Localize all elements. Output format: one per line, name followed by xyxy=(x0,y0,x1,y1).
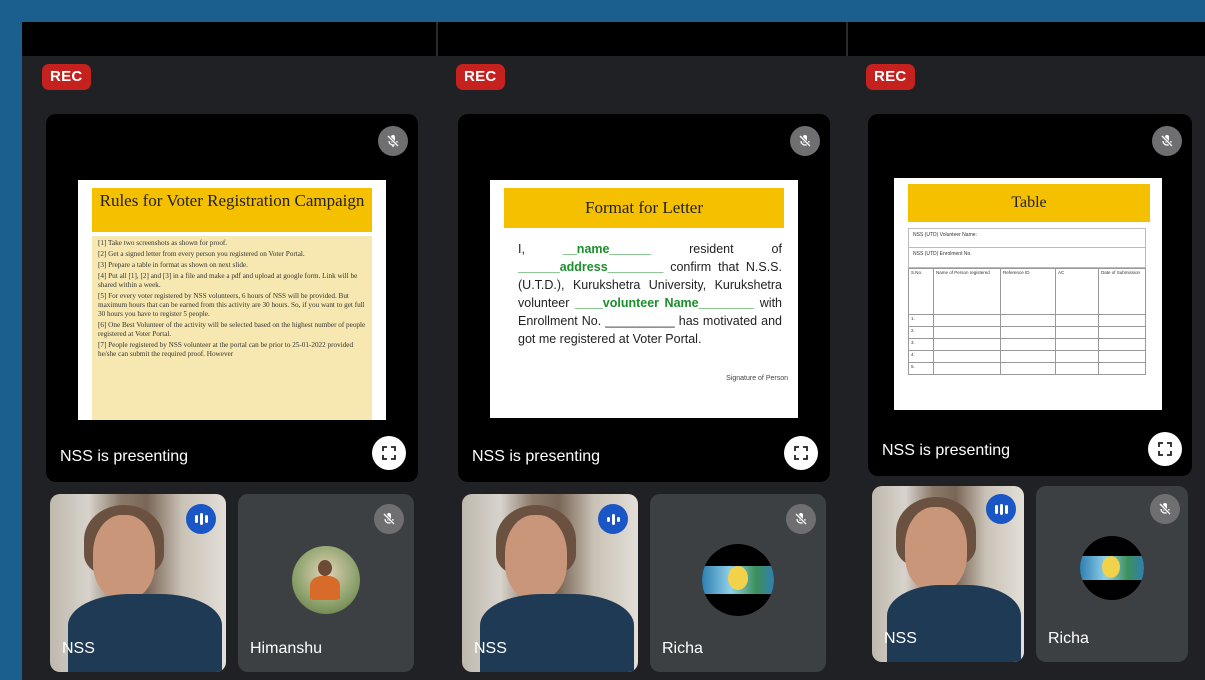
fullscreen-icon xyxy=(382,446,396,460)
slide-rules: Rules for Voter Registration Campaign [1… xyxy=(78,180,386,420)
slide-table: NSS (UTD) Volunteer Name: NSS (UTD) Enro… xyxy=(908,228,1146,375)
meeting-column-1: REC Rules for Voter Registration Campaig… xyxy=(22,56,418,680)
fullscreen-button[interactable] xyxy=(372,436,406,470)
audio-level-icon xyxy=(186,504,216,534)
audio-level-icon xyxy=(986,494,1016,524)
avatar xyxy=(702,544,774,616)
presenting-label: NSS is presenting xyxy=(472,448,601,465)
participant-name: Himanshu xyxy=(250,640,323,657)
audio-level-icon xyxy=(598,504,628,534)
table-cell: 1. xyxy=(908,314,934,327)
participant-name: NSS xyxy=(884,630,917,647)
letter-name-field: __name______ xyxy=(562,242,652,256)
participant-tile-himanshu[interactable]: Himanshu xyxy=(238,494,414,672)
slide-title: Table xyxy=(908,184,1150,222)
letter-part: I, xyxy=(518,242,525,256)
table-header: Name of Person registered xyxy=(933,268,1001,315)
fullscreen-icon xyxy=(1158,442,1172,456)
table-cell: 4. xyxy=(908,350,934,363)
rec-badge: REC xyxy=(42,64,91,90)
rec-badge: REC xyxy=(866,64,915,90)
participant-tile-richa[interactable]: Richa xyxy=(650,494,826,672)
presentation-tile[interactable]: Format for Letter I, __name______ reside… xyxy=(458,114,830,482)
fullscreen-button[interactable] xyxy=(784,436,818,470)
divider xyxy=(846,22,848,56)
presenting-label: NSS is presenting xyxy=(882,442,1011,459)
mic-off-icon xyxy=(790,126,820,156)
table-header: AC xyxy=(1055,268,1099,315)
rule-line: [6] One Best Volunteer of the activity w… xyxy=(98,321,366,338)
presenting-label: NSS is presenting xyxy=(60,448,189,465)
participant-tile-nss[interactable]: NSS xyxy=(462,494,638,672)
meeting-grid: REC Rules for Voter Registration Campaig… xyxy=(22,22,1205,680)
rule-line: [3] Prepare a table in format as shown o… xyxy=(98,261,248,269)
meeting-column-3: REC Table NSS (UTD) Volunteer Name: NSS … xyxy=(846,56,1205,680)
mic-off-icon xyxy=(374,504,404,534)
table-header: Reference ID xyxy=(1000,268,1056,315)
slide-title: Rules for Voter Registration Campaign xyxy=(92,188,372,232)
table-line: NSS (UTD) Enrolment No. xyxy=(908,248,1146,268)
letter-part: resident of xyxy=(689,242,782,256)
avatar xyxy=(1080,536,1144,600)
presentation-tile[interactable]: Rules for Voter Registration Campaign [1… xyxy=(46,114,418,482)
mic-off-icon xyxy=(1150,494,1180,524)
table-header: S.No. xyxy=(908,268,934,315)
participant-name: NSS xyxy=(62,640,95,657)
fullscreen-button[interactable] xyxy=(1148,432,1182,466)
table-grid: S.No. Name of Person registered Referenc… xyxy=(908,268,1146,375)
participant-name: Richa xyxy=(662,640,703,657)
mic-off-icon xyxy=(786,504,816,534)
letter-address-field: ______address________ xyxy=(518,260,664,274)
participant-tile-nss[interactable]: NSS xyxy=(50,494,226,672)
rec-badge: REC xyxy=(456,64,505,90)
fullscreen-icon xyxy=(794,446,808,460)
mic-off-icon xyxy=(1152,126,1182,156)
participant-tile-richa[interactable]: Richa xyxy=(1036,486,1188,662)
rule-line: [4] Put all [1], [2] and [3] in a file a… xyxy=(98,272,358,289)
rule-line: [5] For every voter registered by NSS vo… xyxy=(98,292,365,318)
divider xyxy=(436,22,438,56)
slide-title: Format for Letter xyxy=(504,188,784,228)
rule-line: [2] Get a signed letter from every perso… xyxy=(98,250,305,258)
participant-tile-nss[interactable]: NSS xyxy=(872,486,1024,662)
slide-letter-format: Format for Letter I, __name______ reside… xyxy=(490,180,798,418)
participant-name: Richa xyxy=(1048,630,1089,647)
rule-line: [1] Take two screenshots as shown for pr… xyxy=(98,239,228,247)
presentation-tile[interactable]: Table NSS (UTD) Volunteer Name: NSS (UTD… xyxy=(868,114,1192,476)
rule-line: [7] People registered by NSS volunteer a… xyxy=(98,341,354,358)
signature-label: Signature of Person xyxy=(726,375,788,382)
mic-off-icon xyxy=(378,126,408,156)
avatar xyxy=(292,546,360,614)
table-cell: 3. xyxy=(908,338,934,351)
letter-text: I, __name______ resident of ______addres… xyxy=(518,240,782,348)
table-cell: 2. xyxy=(908,326,934,339)
table-line: NSS (UTD) Volunteer Name: xyxy=(908,228,1146,248)
top-black-bar xyxy=(22,22,1205,56)
table-cell: 5. xyxy=(908,362,934,375)
slide-rules-list: [1] Take two screenshots as shown for pr… xyxy=(92,236,372,420)
slide-table-format: Table NSS (UTD) Volunteer Name: NSS (UTD… xyxy=(894,178,1162,410)
participant-name: NSS xyxy=(474,640,507,657)
table-header: Date of Submission xyxy=(1098,268,1146,315)
meeting-column-2: REC Format for Letter I, __name______ re… xyxy=(436,56,830,680)
letter-volunteer-field: ____volunteer Name________ xyxy=(574,296,755,310)
